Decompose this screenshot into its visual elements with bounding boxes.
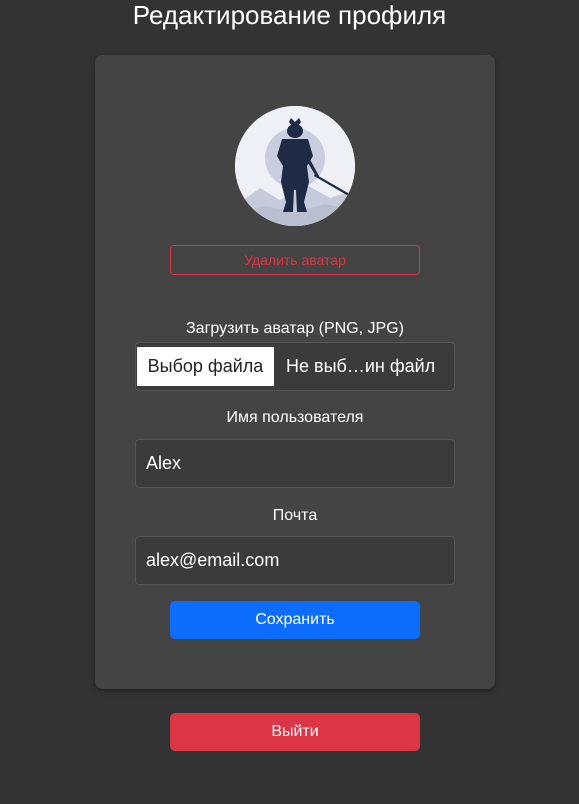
save-button[interactable]: Сохранить: [170, 601, 420, 639]
file-status-text: Не выб…ин файл: [286, 356, 436, 376]
username-input[interactable]: Alex: [135, 439, 455, 488]
avatar: [235, 106, 355, 226]
email-label: Почта: [272, 507, 318, 524]
profile-card: Удалить аватар Загрузить аватар (PNG, JP…: [95, 55, 495, 689]
choose-file-button[interactable]: Выбор файла: [137, 347, 274, 386]
logout-button[interactable]: Выйти: [170, 713, 420, 751]
upload-avatar-label: Загрузить аватар (PNG, JPG): [186, 320, 404, 337]
email-input[interactable]: alex@email.com: [135, 536, 455, 585]
username-label: Имя пользователя: [226, 409, 364, 426]
avatar-file-input[interactable]: Выбор файла Не выб…ин файл: [135, 342, 455, 391]
delete-avatar-button[interactable]: Удалить аватар: [170, 245, 420, 275]
page-title: Редактирование профиля: [132, 0, 447, 30]
samurai-avatar-icon: [235, 106, 355, 226]
